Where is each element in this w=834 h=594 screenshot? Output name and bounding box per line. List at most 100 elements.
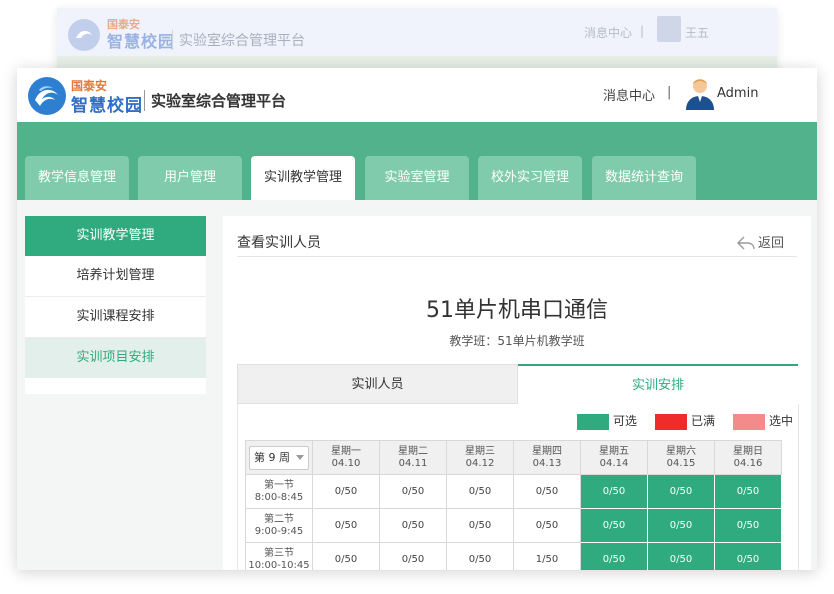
schedule-cell[interactable]: 0/50 bbox=[714, 474, 782, 509]
ghost-avatar bbox=[657, 16, 681, 42]
schedule-cell: 0/50 bbox=[379, 474, 447, 509]
sidebar-item-project-arrangement[interactable]: 实训项目安排 bbox=[25, 338, 206, 378]
day-name: 星期一 bbox=[331, 445, 361, 457]
logo-icon bbox=[67, 18, 101, 56]
class-label: 教学班：51单片机教学班 bbox=[449, 334, 585, 348]
back-label: 返回 bbox=[758, 236, 785, 251]
content-tabs: 实训人员 实训安排 bbox=[237, 364, 798, 404]
schedule-cell[interactable]: 0/50 bbox=[580, 508, 648, 543]
tab-schedule[interactable]: 实训安排 bbox=[518, 364, 798, 404]
day-date: 04.13 bbox=[532, 457, 562, 469]
ghost-title: 实验室综合管理平台 bbox=[172, 30, 305, 50]
period-time: 8:00-8:45 bbox=[254, 491, 304, 503]
legend-available: 可选 bbox=[577, 412, 638, 430]
message-center-link[interactable]: 消息中心 bbox=[603, 85, 655, 104]
schedule-cell: 0/50 bbox=[312, 508, 380, 543]
sidebar-item-training-plan[interactable]: 培养计划管理 bbox=[25, 256, 206, 297]
table-row: 第三节 10:00-10:45 0/50 0/50 0/50 1/50 0/50 0/50 0/… bbox=[245, 542, 782, 571]
period-name: 第一节 bbox=[264, 479, 294, 491]
nav-tab-internship[interactable]: 校外实习管理 bbox=[478, 156, 582, 200]
legend-selected: 选中 bbox=[733, 412, 794, 430]
nav-tab-training-management[interactable]: 实训教学管理 bbox=[251, 156, 355, 200]
sidebar-header[interactable]: 实训教学管理 bbox=[25, 216, 206, 256]
period-name: 第二节 bbox=[264, 513, 294, 525]
day-header: 星期日 04.16 bbox=[714, 440, 782, 475]
ghost-message-center: 消息中心 bbox=[584, 26, 633, 40]
back-button[interactable]: 返回 bbox=[737, 232, 784, 251]
day-header: 星期五 04.14 bbox=[580, 440, 648, 475]
course-name: 51单片机串口通信 bbox=[426, 298, 608, 323]
legend-label-selected: 选中 bbox=[769, 414, 794, 428]
day-date: 04.12 bbox=[465, 457, 495, 469]
period-time: 10:00-10:45 bbox=[248, 559, 310, 571]
day-date: 04.14 bbox=[599, 457, 629, 469]
sidebar-item-course-arrangement[interactable]: 实训课程安排 bbox=[25, 297, 206, 338]
schedule-cell: 0/50 bbox=[379, 508, 447, 543]
day-header: 星期四 04.13 bbox=[513, 440, 581, 475]
day-date: 04.16 bbox=[733, 457, 763, 469]
day-date: 04.10 bbox=[331, 457, 361, 469]
main-nav: 教学信息管理 用户管理 实训教学管理 实验室管理 校外实习管理 数据统计查询 bbox=[17, 156, 817, 200]
schedule-cell[interactable]: 0/50 bbox=[647, 508, 715, 543]
day-date: 04.15 bbox=[666, 457, 696, 469]
schedule-cell[interactable]: 0/50 bbox=[647, 542, 715, 570]
period-time: 9:00-9:45 bbox=[254, 525, 304, 537]
schedule-cell: 0/50 bbox=[446, 542, 514, 570]
day-name: 星期五 bbox=[599, 445, 629, 457]
day-header: 星期六 04.15 bbox=[647, 440, 715, 475]
nav-tab-teaching-info[interactable]: 教学信息管理 bbox=[25, 156, 129, 200]
ghost-separator: | bbox=[640, 24, 645, 38]
schedule-cell: 0/50 bbox=[446, 474, 514, 509]
schedule-cell[interactable]: 0/50 bbox=[714, 542, 782, 570]
brand-name: 智慧校园 bbox=[71, 96, 143, 116]
day-name: 星期四 bbox=[532, 445, 562, 457]
chevron-down-icon bbox=[296, 455, 304, 460]
day-header: 星期三 04.12 bbox=[446, 440, 514, 475]
header-separator: | bbox=[667, 85, 672, 100]
schedule-cell: 0/50 bbox=[312, 542, 380, 570]
schedule-cell: 0/50 bbox=[379, 542, 447, 570]
schedule-cell[interactable]: 0/50 bbox=[580, 474, 648, 509]
schedule-header-row: 第 9 周 星期一 04.10 星期二 04.11 星期三 04.12 星期四 04.13 星期… bbox=[245, 440, 782, 475]
schedule-table: 第 9 周 星期一 04.10 星期二 04.11 星期三 04.12 星期四 04.13 星期… bbox=[245, 440, 782, 570]
title-divider bbox=[237, 256, 797, 257]
avatar-icon[interactable] bbox=[685, 76, 715, 110]
week-select[interactable]: 第 9 周 bbox=[249, 445, 309, 470]
schedule-cell[interactable]: 0/50 bbox=[714, 508, 782, 543]
day-header: 星期二 04.11 bbox=[379, 440, 447, 475]
legend-label-available: 可选 bbox=[613, 414, 638, 428]
page-title: 查看实训人员 bbox=[237, 235, 321, 251]
nav-tab-statistics[interactable]: 数据统计查询 bbox=[592, 156, 696, 200]
schedule-cell: 1/50 bbox=[513, 542, 581, 570]
day-name: 星期日 bbox=[733, 445, 763, 457]
tab-trainees[interactable]: 实训人员 bbox=[237, 364, 518, 404]
period-cell: 第三节 10:00-10:45 bbox=[245, 542, 313, 571]
logo-icon bbox=[27, 76, 67, 120]
nav-tab-lab-management[interactable]: 实验室管理 bbox=[365, 156, 469, 200]
period-name: 第三节 bbox=[264, 547, 294, 559]
ghost-user: 王五 bbox=[685, 26, 710, 40]
schedule-cell: 0/50 bbox=[312, 474, 380, 509]
platform-title: 实验室综合管理平台 bbox=[144, 90, 286, 111]
schedule-cell[interactable]: 0/50 bbox=[647, 474, 715, 509]
legend-label-full: 已满 bbox=[691, 414, 716, 428]
schedule-cell[interactable]: 0/50 bbox=[580, 542, 648, 570]
main-window: 国泰安 智慧校园 实验室综合管理平台 消息中心 | Admin 教学信息管理 用… bbox=[17, 68, 817, 570]
legend-swatch-available bbox=[577, 413, 609, 430]
day-name: 星期三 bbox=[465, 445, 495, 457]
back-arrow-icon bbox=[737, 236, 755, 250]
week-select-value: 第 9 周 bbox=[254, 450, 290, 464]
legend-full: 已满 bbox=[655, 412, 716, 430]
schedule-cell: 0/50 bbox=[446, 508, 514, 543]
period-cell: 第二节 9:00-9:45 bbox=[245, 508, 313, 543]
day-date: 04.11 bbox=[398, 457, 428, 469]
schedule-cell: 0/50 bbox=[513, 474, 581, 509]
user-name[interactable]: Admin bbox=[717, 86, 758, 101]
week-select-cell: 第 9 周 bbox=[245, 440, 313, 475]
schedule-cell: 0/50 bbox=[513, 508, 581, 543]
nav-tab-user-management[interactable]: 用户管理 bbox=[138, 156, 242, 200]
period-cell: 第一节 8:00-8:45 bbox=[245, 474, 313, 509]
day-name: 星期六 bbox=[666, 445, 696, 457]
table-row: 第一节 8:00-8:45 0/50 0/50 0/50 0/50 0/50 0/50 0/50 bbox=[245, 474, 782, 509]
content-panel: 查看实训人员 返回 51单片机串口通信 教学班：51单片机教学班 实训人员 实训… bbox=[223, 216, 811, 570]
